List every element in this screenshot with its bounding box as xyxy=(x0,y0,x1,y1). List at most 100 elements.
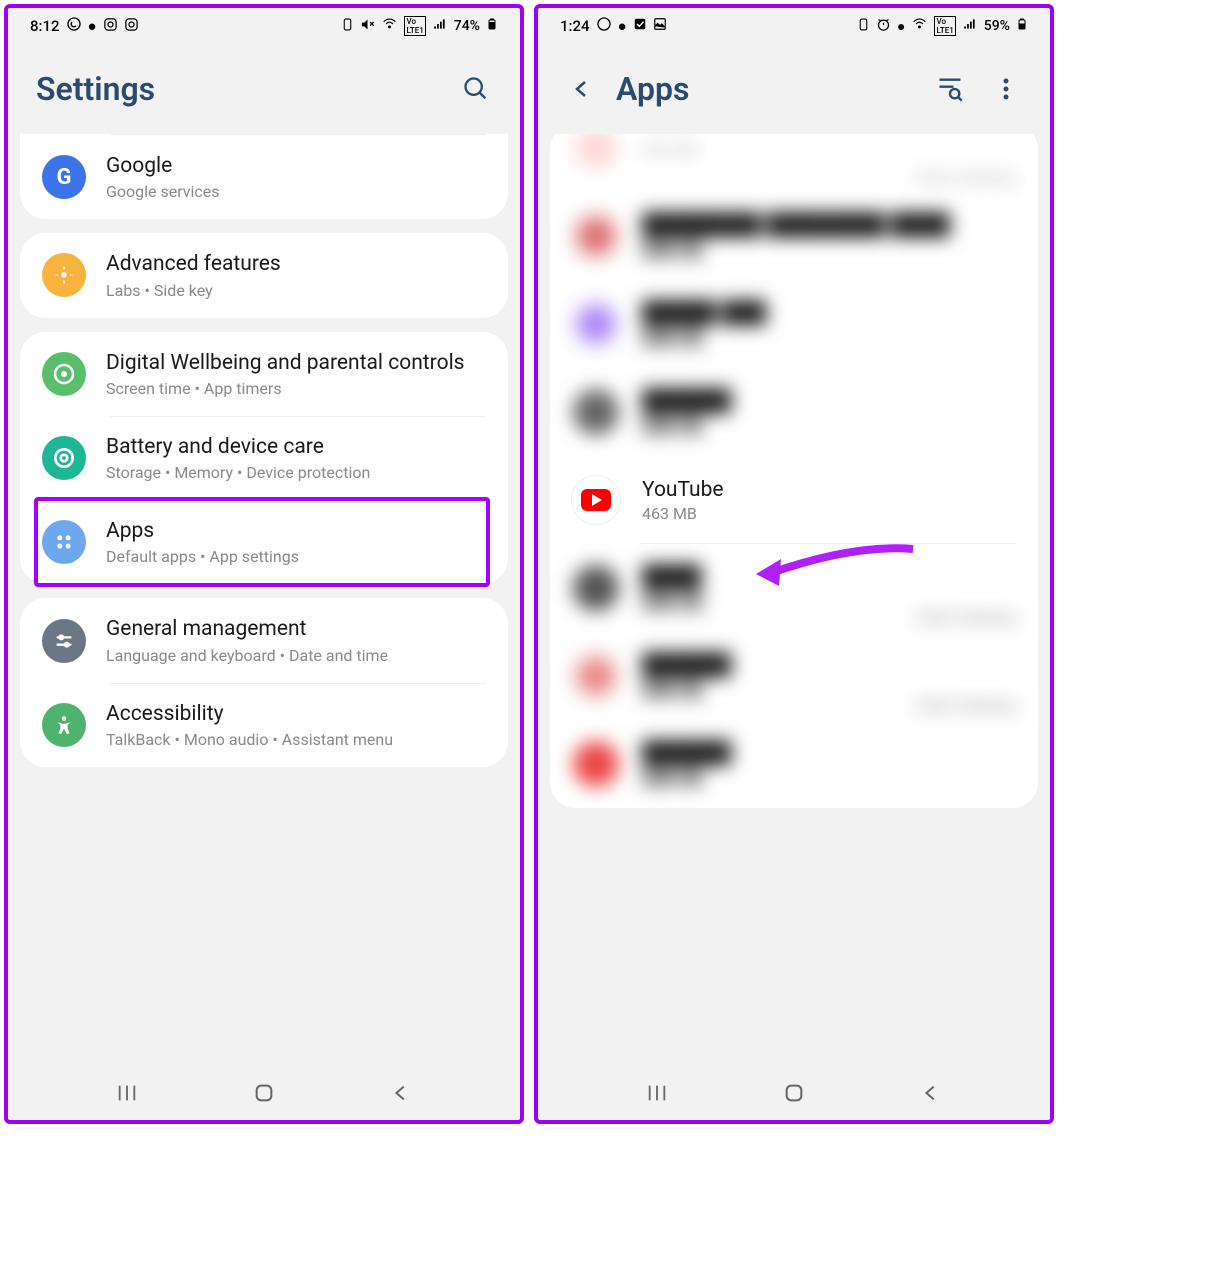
apps-icon xyxy=(42,520,86,564)
app-icon-blur xyxy=(572,388,620,436)
check-icon xyxy=(633,17,647,35)
app-row-blurred[interactable]: ████ ███ ██ Deep sleeping xyxy=(572,544,1016,632)
alarm-icon xyxy=(876,17,891,36)
app-row-blurred[interactable]: ██████ ███ ██ xyxy=(572,720,1016,808)
settings-item-apps[interactable]: Apps Default apps • App settings xyxy=(20,500,508,584)
battery-icon xyxy=(486,15,498,37)
app-name-blur: ████████ ████████ ████ xyxy=(642,213,950,237)
mute-icon xyxy=(360,17,375,36)
settings-item-accessibility[interactable]: Accessibility TalkBack • Mono audio • As… xyxy=(20,683,508,767)
status-bar: 8:12 ● VoLTE1 xyxy=(8,8,520,44)
item-sub: Language and keyboard • Date and time xyxy=(106,646,486,665)
whatsapp-icon xyxy=(66,16,82,36)
item-title: Battery and device care xyxy=(106,434,486,461)
item-title: Accessibility xyxy=(106,701,486,728)
apps-card: 308 MB Deep sleeping ████████ ████████ █… xyxy=(550,134,1038,808)
item-sub: Storage • Memory • Device protection xyxy=(106,463,486,482)
app-icon-blur xyxy=(572,212,620,260)
app-name: YouTube xyxy=(642,478,724,502)
app-name-blur: ██████ xyxy=(642,653,731,677)
more-icon[interactable] xyxy=(990,73,1022,105)
signal-icon xyxy=(962,17,978,35)
navigation-bar xyxy=(8,1070,520,1120)
item-sub: Google services xyxy=(106,182,486,201)
app-size-blur: ███ ██ xyxy=(642,327,766,347)
item-title: Digital Wellbeing and parental controls xyxy=(106,350,486,377)
settings-list[interactable]: G Google Google services Advanced featur… xyxy=(8,134,520,1070)
app-size-blur: ███ ██ xyxy=(642,767,731,787)
sliders-icon xyxy=(42,619,86,663)
recents-button[interactable] xyxy=(646,1082,668,1108)
home-button[interactable] xyxy=(783,1082,805,1108)
image-icon xyxy=(653,17,667,35)
accessibility-icon xyxy=(42,703,86,747)
settings-item-battery[interactable]: Battery and device care Storage • Memory… xyxy=(20,416,508,500)
settings-item-wellbeing[interactable]: Digital Wellbeing and parental controls … xyxy=(20,332,508,416)
app-icon-blur xyxy=(572,652,620,700)
item-title: Google xyxy=(106,153,486,180)
settings-item-google[interactable]: G Google Google services xyxy=(20,135,508,219)
volte-icon: VoLTE1 xyxy=(404,16,425,36)
back-button[interactable] xyxy=(390,1082,412,1108)
status-charge-icon xyxy=(341,17,354,36)
app-size-blur: ███ ██ xyxy=(642,679,731,699)
wifi-icon xyxy=(381,17,398,35)
signal-icon xyxy=(432,17,448,35)
phone-settings: 8:12 ● VoLTE1 xyxy=(4,4,524,1124)
app-size: 463 MB xyxy=(642,504,724,523)
app-row-youtube[interactable]: YouTube 463 MB xyxy=(572,456,1016,544)
app-row-blurred[interactable]: ██████ ███ ██ xyxy=(572,368,1016,456)
app-row-blurred[interactable]: ██████ ███ ██ Deep sleeping xyxy=(572,632,1016,720)
home-button[interactable] xyxy=(253,1082,275,1108)
item-title: Advanced features xyxy=(106,251,486,278)
card-advanced: Advanced features Labs • Side key xyxy=(20,233,508,317)
app-name-blur: ██████ xyxy=(642,389,731,413)
app-row-blurred[interactable]: █████ ███ ███ ██ xyxy=(572,280,1016,368)
back-icon[interactable] xyxy=(566,73,598,105)
wifi-icon xyxy=(911,17,928,35)
app-row-blurred[interactable]: ████████ ████████ ████ ███ ██ xyxy=(572,192,1016,280)
status-bar: 1:24 ● ● VoLTE1 xyxy=(538,8,1050,44)
search-icon[interactable] xyxy=(460,73,492,105)
header: Apps xyxy=(538,44,1050,134)
apps-list-scroll[interactable]: 308 MB Deep sleeping ████████ ████████ █… xyxy=(538,134,1050,1070)
app-icon-blur xyxy=(572,300,620,348)
app-name-blur: ████ xyxy=(642,565,703,589)
wellbeing-icon xyxy=(42,352,86,396)
app-icon-blur xyxy=(572,134,620,172)
app-row-partial[interactable]: 308 MB Deep sleeping xyxy=(572,134,1016,192)
card-google: G Google Google services xyxy=(20,134,508,219)
page-title: Settings xyxy=(36,70,155,108)
item-title: General management xyxy=(106,616,486,643)
item-sub: Default apps • App settings xyxy=(106,547,486,566)
battery-pct: 59% xyxy=(984,18,1010,34)
item-title: Apps xyxy=(106,518,486,545)
back-button[interactable] xyxy=(920,1082,942,1108)
app-icon-blur xyxy=(572,564,620,612)
status-time: 8:12 xyxy=(30,17,60,35)
settings-item-advanced[interactable]: Advanced features Labs • Side key xyxy=(20,233,508,317)
battery-pct: 74% xyxy=(454,18,480,34)
chat-icon-2: ● xyxy=(897,18,905,35)
phone-apps: 1:24 ● ● VoLTE1 xyxy=(534,4,1054,1124)
item-sub: TalkBack • Mono audio • Assistant menu xyxy=(106,730,486,749)
recents-button[interactable] xyxy=(116,1082,138,1108)
filter-search-icon[interactable] xyxy=(934,73,966,105)
battery-icon xyxy=(1016,15,1028,37)
chat-icon: ● xyxy=(88,17,97,35)
chat-icon: ● xyxy=(618,17,627,35)
app-name-blur: ██████ xyxy=(642,741,731,765)
settings-item-general[interactable]: General management Language and keyboard… xyxy=(20,598,508,682)
app-size-blur: ███ ██ xyxy=(642,239,950,259)
volte-icon: VoLTE1 xyxy=(934,16,955,36)
app-icon-blur xyxy=(572,740,620,788)
gear-icon xyxy=(42,253,86,297)
deep-sleeping-label: Deep sleeping xyxy=(916,607,1016,626)
item-sub: Screen time • App timers xyxy=(106,379,486,398)
deep-sleeping-label: Deep sleeping xyxy=(916,167,1016,186)
header: Settings xyxy=(8,44,520,134)
instagram-icon-2 xyxy=(124,17,139,36)
instagram-icon xyxy=(103,17,118,36)
app-size: 308 MB xyxy=(642,140,697,159)
whatsapp-icon xyxy=(596,16,612,36)
